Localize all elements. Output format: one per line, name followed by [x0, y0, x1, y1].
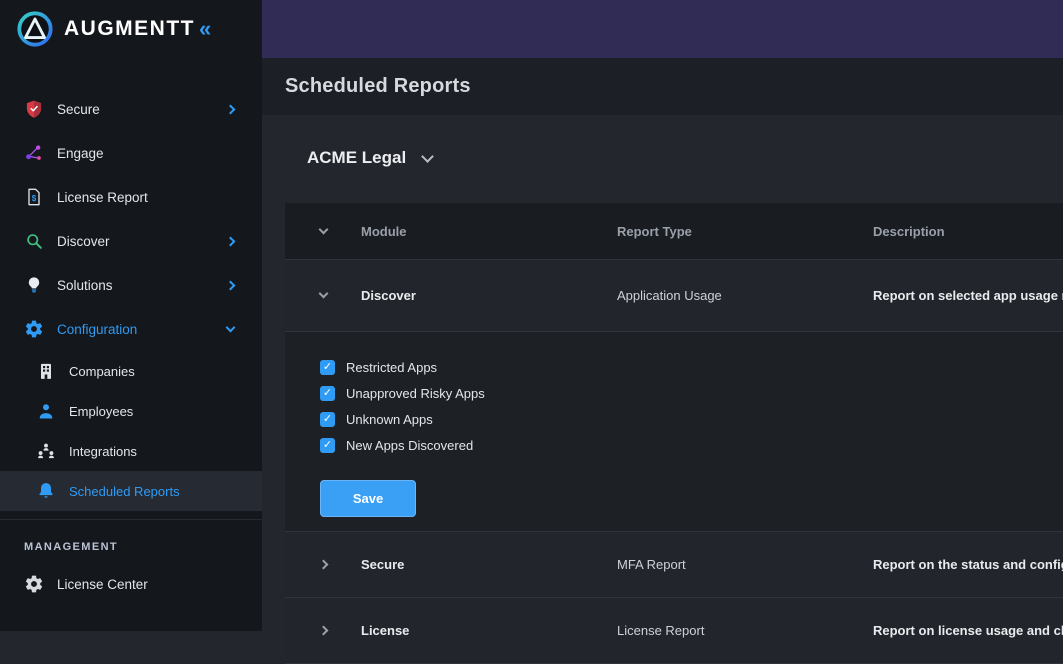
column-header-report-type: Report Type: [617, 224, 873, 239]
sidebar-item-label: Solutions: [57, 278, 113, 293]
checkbox-label: Unapproved Risky Apps: [346, 386, 485, 401]
sidebar-item-license-report[interactable]: $ License Report: [0, 175, 262, 219]
company-selector-value: ACME Legal: [307, 148, 406, 168]
sidebar-item-label: Engage: [57, 146, 104, 161]
sidebar-item-companies[interactable]: Companies: [0, 351, 262, 391]
management-section: MANAGEMENT License Center: [0, 519, 262, 606]
org-chart-icon: [36, 441, 56, 461]
augmentt-logo-icon: [16, 10, 54, 48]
sidebar-item-scheduled-reports[interactable]: Scheduled Reports: [0, 471, 262, 511]
checkbox-label: Unknown Apps: [346, 412, 433, 427]
discover-expanded-panel: ✓ Restricted Apps ✓ Unapproved Risky App…: [285, 332, 1063, 532]
row-expand-toggle[interactable]: [285, 294, 361, 297]
row-expand-toggle[interactable]: [285, 561, 361, 568]
logo: AUGMENTT «: [0, 0, 262, 58]
sidebar-item-license-center[interactable]: License Center: [0, 562, 262, 606]
table-row-discover[interactable]: Discover Application Usage Report on sel…: [285, 260, 1063, 332]
cell-module: Discover: [361, 288, 617, 303]
cell-report-type: MFA Report: [617, 557, 873, 572]
gear-badge-icon: [24, 574, 44, 594]
sidebar-item-label: License Center: [57, 577, 148, 592]
sidebar-item-discover[interactable]: Discover: [0, 219, 262, 263]
reports-table: Module Report Type Description Discover …: [285, 203, 1063, 664]
chevron-right-icon: [226, 104, 236, 114]
checkbox-row: ✓ New Apps Discovered: [320, 432, 1063, 458]
checkbox-row: ✓ Unapproved Risky Apps: [320, 380, 1063, 406]
cell-description: Report on the status and config: [873, 557, 1063, 572]
svg-text:$: $: [32, 194, 37, 203]
sidebar: AUGMENTT « Secure Engage $ License Repor…: [0, 0, 262, 631]
company-selector[interactable]: ACME Legal: [307, 148, 432, 168]
expand-all-toggle[interactable]: [285, 230, 361, 233]
save-button[interactable]: Save: [320, 480, 416, 517]
sidebar-menu: Secure Engage $ License Report Discover: [0, 87, 262, 606]
building-icon: [36, 361, 56, 381]
checkbox-unapproved-risky-apps[interactable]: ✓: [320, 386, 335, 401]
sidebar-item-label: Companies: [69, 364, 135, 379]
checkbox-label: Restricted Apps: [346, 360, 437, 375]
sidebar-item-label: Discover: [57, 234, 110, 249]
magnifier-icon: [24, 231, 44, 251]
chevron-right-icon: [226, 236, 236, 246]
sidebar-item-engage[interactable]: Engage: [0, 131, 262, 175]
chevron-down-icon: [318, 224, 328, 234]
sidebar-item-configuration[interactable]: Configuration: [0, 307, 262, 351]
shield-icon: [24, 99, 44, 119]
sidebar-item-label: Configuration: [57, 322, 137, 337]
checkbox-new-apps-discovered[interactable]: ✓: [320, 438, 335, 453]
gear-icon: [24, 319, 44, 339]
sidebar-item-label: Integrations: [69, 444, 137, 459]
checkbox-label: New Apps Discovered: [346, 438, 473, 453]
logo-text: AUGMENTT: [64, 17, 195, 41]
cell-module: Secure: [361, 557, 617, 572]
main-content: ACME Legal Module Report Type Descriptio…: [262, 115, 1063, 631]
page-header: Scheduled Reports: [262, 58, 1063, 115]
section-label: MANAGEMENT: [0, 541, 262, 553]
checkbox-restricted-apps[interactable]: ✓: [320, 360, 335, 375]
lightbulb-icon: [24, 275, 44, 295]
checkbox-unknown-apps[interactable]: ✓: [320, 412, 335, 427]
bell-icon: [36, 481, 56, 501]
column-header-module: Module: [361, 224, 617, 239]
column-header-description: Description: [873, 224, 1063, 239]
sidebar-item-label: Scheduled Reports: [69, 484, 180, 499]
table-row-secure[interactable]: Secure MFA Report Report on the status a…: [285, 532, 1063, 598]
sidebar-item-integrations[interactable]: Integrations: [0, 431, 262, 471]
sidebar-item-label: Employees: [69, 404, 133, 419]
checkbox-row: ✓ Unknown Apps: [320, 406, 1063, 432]
chevron-down-icon: [421, 150, 434, 163]
checkbox-row: ✓ Restricted Apps: [320, 354, 1063, 380]
chevron-right-icon: [318, 560, 328, 570]
network-icon: [24, 143, 44, 163]
sidebar-item-label: License Report: [57, 190, 148, 205]
chevron-right-icon: [226, 280, 236, 290]
page-title: Scheduled Reports: [285, 75, 471, 98]
chevron-down-icon: [318, 289, 328, 299]
cell-description: Report on selected app usage m: [873, 288, 1063, 303]
sidebar-item-label: Secure: [57, 102, 100, 117]
person-icon: [36, 401, 56, 421]
sidebar-item-secure[interactable]: Secure: [0, 87, 262, 131]
sidebar-item-employees[interactable]: Employees: [0, 391, 262, 431]
table-row-license[interactable]: License License Report Report on license…: [285, 598, 1063, 664]
table-header-row: Module Report Type Description: [285, 203, 1063, 260]
chevron-down-icon: [226, 322, 236, 332]
sidebar-item-solutions[interactable]: Solutions: [0, 263, 262, 307]
sidebar-collapse-button[interactable]: «: [199, 18, 211, 40]
document-dollar-icon: $: [24, 187, 44, 207]
configuration-submenu: Companies Employees Integrations Schedul…: [0, 351, 262, 511]
cell-report-type: Application Usage: [617, 288, 873, 303]
topbar: [262, 0, 1063, 58]
